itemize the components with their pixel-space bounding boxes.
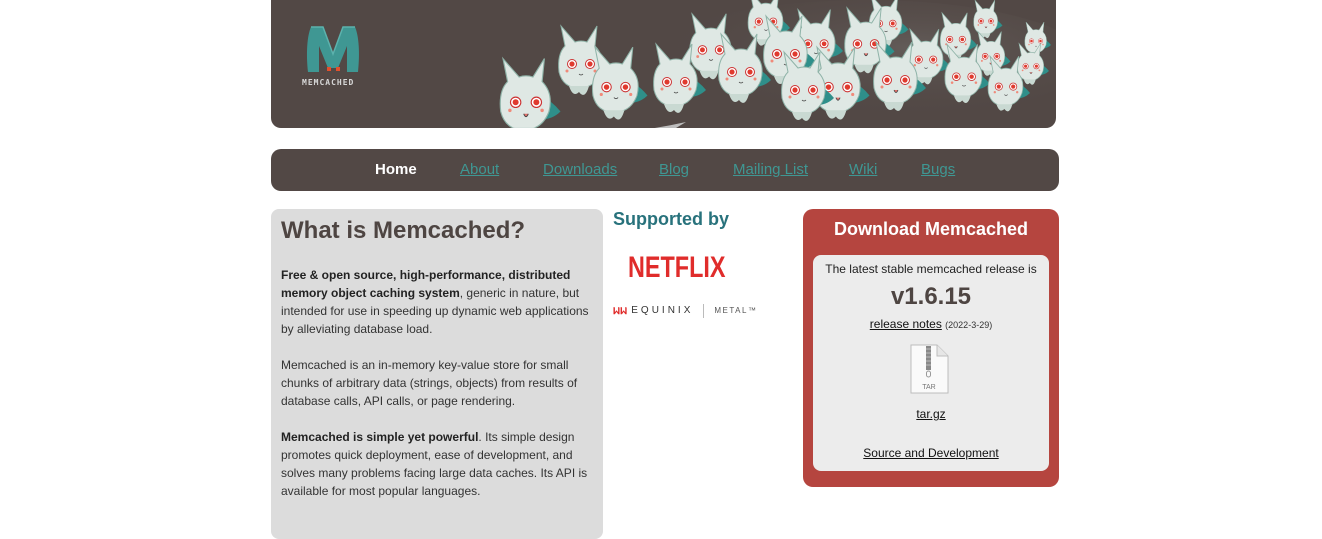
site-header: MEMCACHED — [271, 0, 1056, 128]
creature-figure — [499, 56, 561, 128]
about-title: What is Memcached? — [281, 217, 526, 244]
main-nav: Home About Downloads Blog Mailing List W… — [271, 149, 1059, 191]
tar-gz-link[interactable]: tar.gz — [916, 407, 945, 421]
source-development-link[interactable]: Source and Development — [863, 446, 998, 460]
logo-text: MEMCACHED — [302, 78, 355, 87]
nav-home[interactable]: Home — [375, 161, 417, 178]
equinix-metal-logo[interactable]: ᥕᥕ EQUINIX METAL™ — [613, 303, 757, 318]
source-row: Source and Development — [813, 446, 1049, 460]
supporters-section: Supported by NETFLIX ᥕᥕ EQUINIX METAL™ — [613, 209, 793, 318]
download-title: Download Memcached — [833, 219, 1029, 239]
metal-text: METAL™ — [714, 306, 758, 315]
about-paragraph-3: Memcached is simple yet powerful. Its si… — [281, 428, 593, 500]
netflix-logo[interactable]: NETFLIX — [628, 251, 726, 285]
logo-m-icon — [307, 26, 359, 72]
about-panel: What is Memcached? Free & open source, h… — [271, 209, 603, 539]
equinix-text: EQUINIX — [631, 305, 694, 316]
download-panel: Download Memcached The latest stable mem… — [803, 209, 1059, 487]
about-paragraph-1: Free & open source, high-performance, di… — [281, 266, 593, 338]
memcached-logo[interactable]: MEMCACHED — [302, 22, 368, 90]
equinix-icon: ᥕᥕ — [613, 303, 628, 317]
nav-mailing-list[interactable]: Mailing List — [733, 161, 808, 178]
release-version: v1.6.15 — [890, 283, 972, 310]
release-date: (2022-3-29) — [945, 320, 993, 330]
creatures-illustration — [499, 0, 1056, 128]
tar-icon-label: TAR — [922, 384, 935, 391]
nav-blog[interactable]: Blog — [659, 161, 689, 178]
tar-row: tar.gz — [813, 407, 1049, 421]
supporters-title: Supported by — [613, 209, 729, 229]
release-notes-row: release notes (2022-3-29) — [813, 317, 1049, 331]
nav-wiki[interactable]: Wiki — [849, 161, 877, 178]
nav-bugs[interactable]: Bugs — [921, 161, 955, 178]
latest-release-label: The latest stable memcached release is — [825, 262, 1037, 276]
about-p3-bold: Memcached is simple yet powerful — [281, 430, 479, 444]
nav-about[interactable]: About — [460, 161, 499, 178]
tar-archive-icon[interactable]: TAR — [909, 344, 949, 394]
nav-downloads[interactable]: Downloads — [543, 161, 617, 178]
download-box: The latest stable memcached release is v… — [813, 255, 1049, 471]
release-notes-link[interactable]: release notes — [870, 317, 942, 331]
creature-figure — [591, 45, 648, 120]
about-paragraph-2: Memcached is an in-memory key-value stor… — [281, 358, 578, 408]
logo-divider — [703, 303, 705, 318]
